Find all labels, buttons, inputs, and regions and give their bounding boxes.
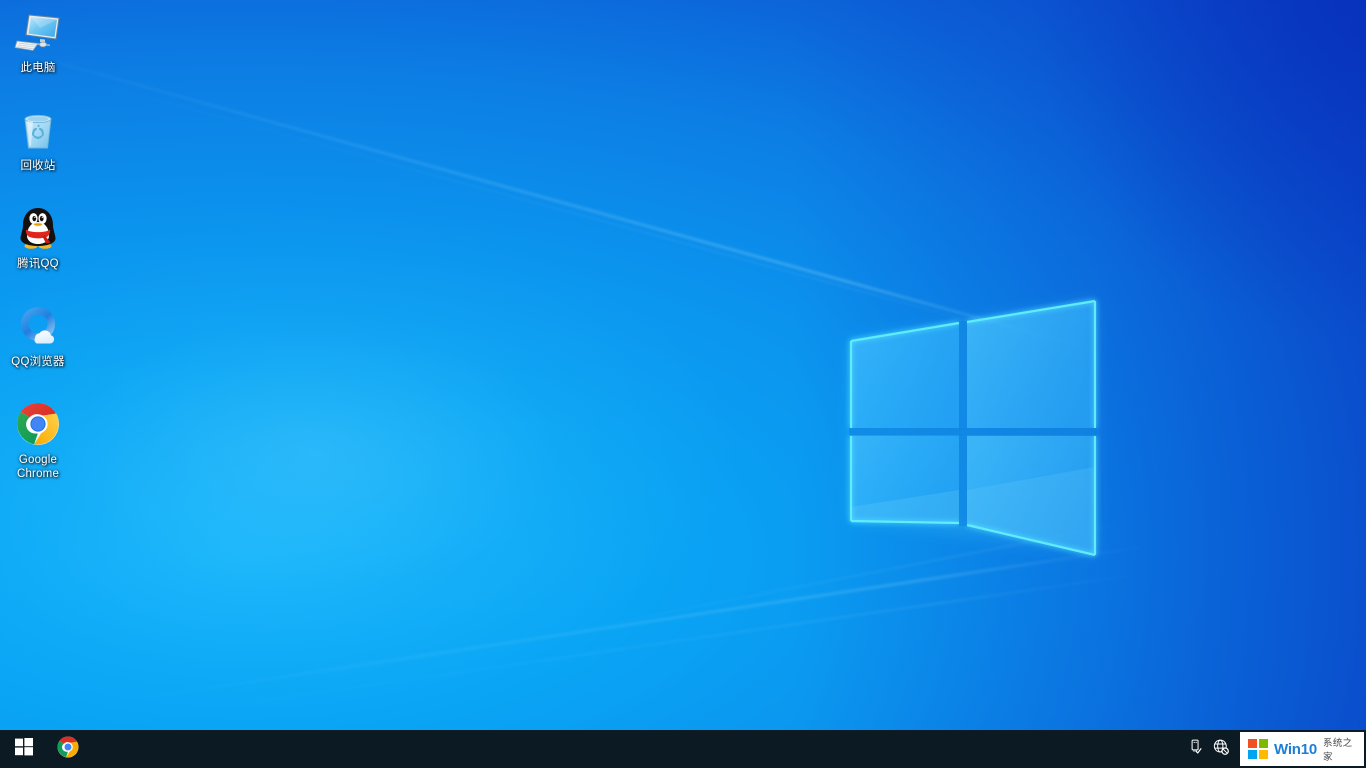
tray-item-network[interactable] [1208, 730, 1234, 768]
desktop[interactable]: 此电脑 回收站 腾讯QQ QQ浏览器 Google Chrome [0, 0, 1366, 768]
windows-logo-icon [1248, 739, 1268, 759]
tray-item-usb-eject[interactable] [1182, 730, 1208, 768]
recycle-bin-icon [14, 106, 62, 154]
watermark-subtitle: 系统之家 [1323, 738, 1353, 763]
desktop-icon-label: 腾讯QQ [17, 258, 59, 270]
windows-hero-logo [835, 285, 1120, 575]
desktop-icon-qq-browser[interactable]: QQ浏览器 [2, 302, 74, 369]
windows-start-icon [15, 737, 33, 761]
desktop-icon-recycle-bin[interactable]: 回收站 [2, 106, 74, 173]
usb-eject-icon [1187, 738, 1204, 760]
desktop-icon-label: QQ浏览器 [11, 356, 65, 368]
desktop-icon-tencent-qq[interactable]: 腾讯QQ [2, 204, 74, 271]
win10-watermark: Win10 系统之家 [1240, 732, 1364, 766]
chrome-icon [14, 400, 62, 448]
taskbar-item-chrome[interactable] [48, 730, 88, 768]
qq-browser-icon [14, 302, 62, 350]
desktop-icon-google-chrome[interactable]: Google Chrome [2, 400, 74, 481]
taskbar[interactable]: Win10 系统之家 [0, 730, 1366, 768]
taskbar-empty-area[interactable] [88, 730, 1182, 768]
computer-icon [14, 8, 62, 56]
desktop-icon-this-pc[interactable]: 此电脑 [2, 8, 74, 75]
system-tray[interactable]: Win10 系统之家 [1182, 730, 1366, 768]
desktop-icon-label: 此电脑 [20, 62, 56, 74]
desktop-icon-label: Google Chrome [16, 454, 60, 480]
start-button[interactable] [0, 730, 48, 768]
qq-penguin-icon [14, 204, 62, 252]
watermark-title: Win10 [1274, 740, 1318, 758]
network-no-internet-icon [1212, 738, 1230, 761]
chrome-icon [56, 735, 80, 764]
desktop-icon-label: 回收站 [20, 160, 56, 172]
